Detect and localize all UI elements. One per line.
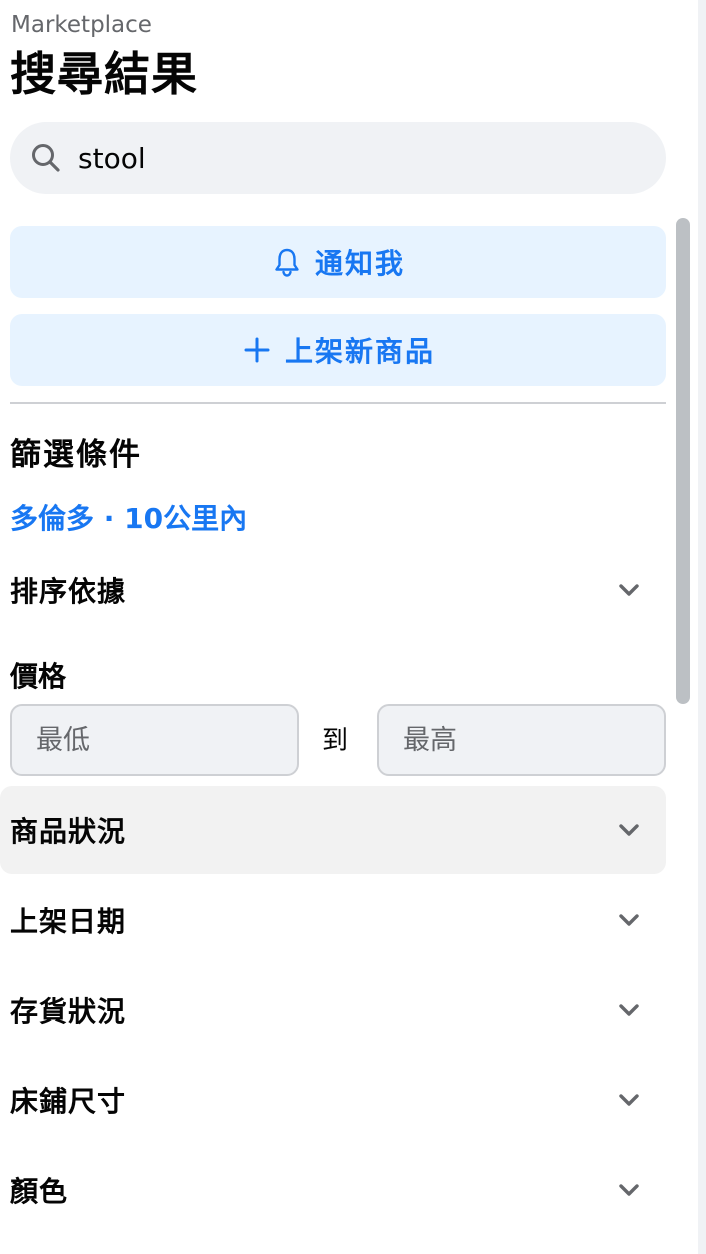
bell-icon — [275, 248, 299, 277]
panel-edge — [698, 0, 706, 1254]
search-box[interactable] — [10, 122, 666, 194]
date-listed-label: 上架日期 — [10, 905, 127, 938]
filters-title: 篩選條件 — [10, 437, 142, 473]
price-max-input[interactable] — [377, 704, 666, 776]
color-filter[interactable]: 顏色 — [0, 1146, 666, 1234]
availability-label: 存貨狀況 — [10, 995, 127, 1028]
location-filter-link[interactable]: 多倫多 · 10公里內 — [10, 500, 247, 538]
breadcrumb[interactable]: Marketplace — [11, 10, 152, 40]
list-new-item-button[interactable]: 上架新商品 — [10, 314, 666, 386]
list-new-item-label: 上架新商品 — [284, 335, 435, 368]
notify-me-button[interactable]: 通知我 — [10, 226, 666, 298]
availability-filter[interactable]: 存貨狀況 — [0, 966, 666, 1054]
chevron-down-icon — [619, 1004, 639, 1016]
search-input[interactable] — [78, 122, 638, 194]
marketplace-search-panel: Marketplace 搜尋結果 通知我 上架新商品 篩選條件 多倫多 · 10… — [0, 0, 706, 1254]
date-listed-filter[interactable]: 上架日期 — [0, 876, 666, 964]
plus-icon — [244, 337, 270, 363]
chevron-down-icon — [619, 824, 639, 836]
condition-filter[interactable]: 商品狀況 — [0, 786, 666, 874]
chevron-down-icon — [619, 1184, 639, 1196]
price-label: 價格 — [10, 660, 67, 693]
sort-by-filter[interactable]: 排序依據 — [0, 546, 666, 634]
divider — [10, 402, 666, 404]
price-min-input[interactable] — [10, 704, 299, 776]
condition-label: 商品狀況 — [10, 815, 127, 848]
bed-size-label: 床鋪尺寸 — [10, 1085, 127, 1118]
page-title: 搜尋結果 — [10, 47, 198, 101]
chevron-down-icon — [619, 1094, 639, 1106]
notify-me-label: 通知我 — [314, 247, 405, 280]
sort-by-label: 排序依據 — [10, 575, 127, 608]
bed-size-filter[interactable]: 床鋪尺寸 — [0, 1056, 666, 1144]
chevron-down-icon — [619, 584, 639, 596]
chevron-down-icon — [619, 914, 639, 926]
color-label: 顏色 — [10, 1175, 69, 1208]
price-to-label: 到 — [322, 726, 349, 756]
search-icon — [32, 144, 60, 172]
scrollbar-thumb[interactable] — [676, 218, 690, 704]
